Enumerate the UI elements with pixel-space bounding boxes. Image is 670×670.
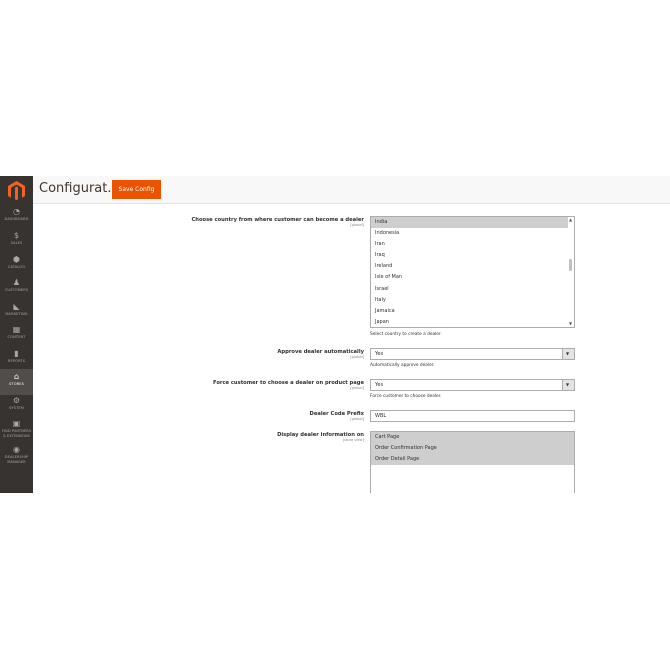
approve-dropdown-toggle[interactable]: ▼ <box>562 349 574 359</box>
approve-select[interactable]: Yes ▼ <box>370 348 575 360</box>
force-scope: [global] <box>350 386 364 390</box>
display-multiselect[interactable]: Cart Page Order Confirmation Page Order De… <box>370 431 575 493</box>
magento-logo-icon[interactable] <box>8 181 25 201</box>
country-option[interactable]: Iran <box>371 239 574 250</box>
chevron-down-icon: ▼ <box>566 351 570 356</box>
force-value: Yes <box>375 382 384 388</box>
scroll-down-arrow-icon[interactable]: ▼ <box>569 322 572 326</box>
storefront-icon: ⌂ <box>13 372 20 381</box>
sidebar-item-customers[interactable]: ♟ CUSTOMERS <box>0 275 33 301</box>
dashboard-icon: ◔ <box>13 207 20 216</box>
country-option[interactable]: India <box>371 217 574 229</box>
country-option[interactable]: Indonesia <box>371 228 574 239</box>
sidebar-item-label: MARKETING <box>5 312 28 316</box>
save-config-button[interactable]: Save Config <box>112 180 161 199</box>
sidebar-item-label-line2: & EXTENSIONS <box>3 433 30 438</box>
force-note: Force customer to choose dealer. <box>370 394 442 399</box>
countries-scrollbar[interactable]: ▲ ▼ <box>568 217 574 327</box>
country-option[interactable]: Jamaica <box>371 306 574 317</box>
admin-sidebar: ◔ DASHBOARD $ SALES ⬢ CATALOG ♟ CUSTOMERS ◣ MARKE… <box>0 176 33 493</box>
dealer-code-prefix-input[interactable]: WBL <box>370 410 575 422</box>
scroll-thumb[interactable] <box>569 259 572 271</box>
approve-note: Automatically approve dealer. <box>370 363 435 368</box>
countries-scope: [global] <box>350 223 364 227</box>
prefix-scope: [global] <box>350 417 364 421</box>
country-option[interactable]: Italy <box>371 295 574 306</box>
display-option[interactable]: Order Detail Page <box>371 454 574 466</box>
sidebar-item-label-line2: MANAGER <box>7 459 26 464</box>
gear-icon: ⚙ <box>12 396 21 405</box>
sidebar-item-stores[interactable]: ⌂ STORES <box>0 369 33 395</box>
sidebar-item-label: DASHBOARD <box>4 217 29 221</box>
display-option[interactable]: Cart Page <box>371 432 574 444</box>
force-dropdown-toggle[interactable]: ▼ <box>562 380 574 390</box>
display-option[interactable]: Order Confirmation Page <box>371 443 574 455</box>
sidebar-item-label: DEALERSHIP <box>4 455 29 459</box>
sidebar-item-sales[interactable]: $ SALES <box>0 228 33 254</box>
force-label: Force customer to choose a dealer on pro… <box>212 380 364 386</box>
countries-note: Select country to create a dealer. <box>370 332 442 337</box>
box-icon: ▣ <box>12 419 21 428</box>
country-option[interactable]: Israel <box>371 284 574 295</box>
dollar-icon: $ <box>13 231 20 240</box>
chevron-down-icon: ▼ <box>566 382 570 387</box>
countries-multiselect[interactable]: India Indonesia Iran Iraq Ireland Isle of Man… <box>370 216 575 328</box>
force-select[interactable]: Yes ▼ <box>370 379 575 391</box>
sidebar-item-label: REPORTS <box>7 359 26 363</box>
cube-icon: ⬢ <box>13 255 20 264</box>
approve-scope: [global] <box>350 355 364 359</box>
sidebar-item-label: CONTENT <box>7 335 26 339</box>
page-header: Configurat... Save Config <box>33 176 670 204</box>
country-option[interactable]: Iraq <box>371 250 574 261</box>
sidebar-item-dashboard[interactable]: ◔ DASHBOARD <box>0 204 33 230</box>
megaphone-icon: ◣ <box>13 302 20 311</box>
sidebar-item-label: STORES <box>9 382 24 386</box>
circle-logo-icon: ◉ <box>13 445 20 454</box>
page-title: Configurat... <box>39 181 120 196</box>
country-option[interactable]: Japan <box>371 317 574 327</box>
sidebar-item-find-partners[interactable]: ▣ FIND PARTNERS & EXTENSIONS <box>0 416 33 442</box>
content-grid-icon: ▦ <box>12 325 21 334</box>
sidebar-item-label: SYSTEM <box>9 406 24 410</box>
sidebar-item-label: SALES <box>10 241 23 245</box>
bar-chart-icon: ▮ <box>14 349 19 358</box>
sidebar-item-content[interactable]: ▦ CONTENT <box>0 322 33 348</box>
sidebar-item-label: CATALOG <box>7 265 26 269</box>
approve-value: Yes <box>375 351 384 357</box>
country-option[interactable]: Isle of Man <box>371 272 574 283</box>
country-option[interactable]: Ireland <box>371 261 574 272</box>
scroll-up-arrow-icon[interactable]: ▲ <box>569 218 572 222</box>
sidebar-item-label: FIND PARTNERS <box>1 429 32 433</box>
person-icon: ♟ <box>12 278 21 287</box>
sidebar-item-label: CUSTOMERS <box>4 288 29 292</box>
sidebar-item-dealership[interactable]: ◉ DEALERSHIP MANAGER <box>0 442 33 468</box>
countries-label: Choose country from where customer can b… <box>191 217 364 223</box>
app-window: ◔ DASHBOARD $ SALES ⬢ CATALOG ♟ CUSTOMERS ◣ MARKE… <box>0 176 670 493</box>
display-scope: [store view] <box>342 438 364 442</box>
